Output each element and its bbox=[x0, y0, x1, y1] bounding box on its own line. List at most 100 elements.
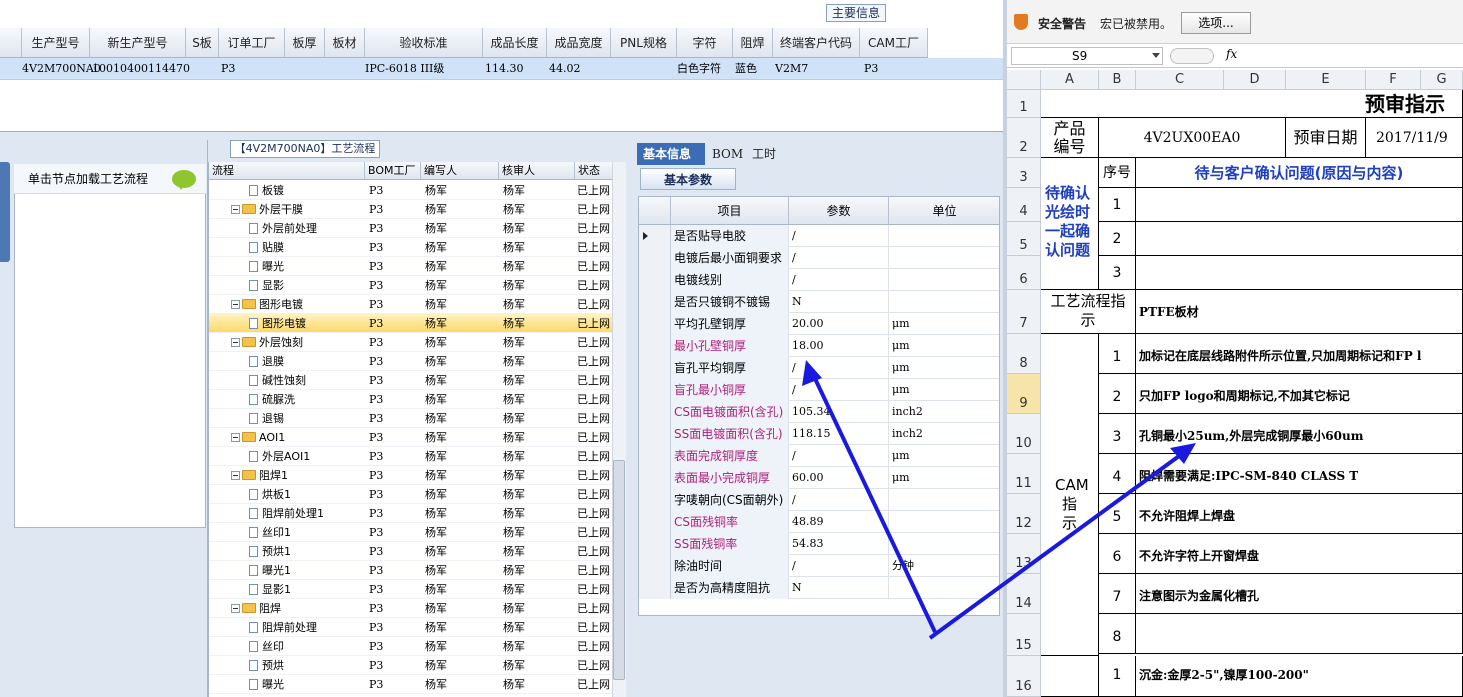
col-header-customer[interactable]: 终端客户代码 bbox=[773, 28, 860, 58]
cam-item-num[interactable]: 1 bbox=[1099, 334, 1136, 374]
collapse-icon[interactable] bbox=[231, 337, 240, 347]
params-item-value[interactable]: 105.34 bbox=[789, 401, 889, 423]
row-selector[interactable] bbox=[639, 445, 671, 467]
col-header-e[interactable]: E bbox=[1286, 70, 1366, 90]
confirm-num-1[interactable]: 1 bbox=[1099, 188, 1136, 222]
row-header[interactable]: 13 bbox=[1007, 534, 1041, 574]
cam-item-num[interactable]: 3 bbox=[1099, 414, 1136, 454]
row-header[interactable]: 4 bbox=[1007, 188, 1041, 222]
params-row[interactable]: 表面最小完成铜厚 60.00 μm bbox=[639, 467, 999, 489]
cam-item-text[interactable]: 注意图示为金属化槽孔 bbox=[1136, 574, 1463, 614]
seq-label[interactable]: 序号 bbox=[1099, 158, 1136, 188]
confirm-text-3[interactable] bbox=[1136, 256, 1463, 290]
flow-row[interactable]: AOI1 P3 杨军 杨军 已上网 bbox=[209, 428, 626, 447]
product-value[interactable]: 4V2UX00EA0 bbox=[1099, 118, 1286, 158]
col-header-g[interactable]: G bbox=[1421, 70, 1463, 90]
cam-item-num[interactable]: 2 bbox=[1099, 374, 1136, 414]
params-row[interactable]: 是否只镀铜不镀锡 N bbox=[639, 291, 999, 313]
params-item-value[interactable]: / bbox=[789, 247, 889, 269]
last-row-text[interactable]: 沉金:金厚2-5",镍厚100-200" bbox=[1136, 656, 1463, 697]
row-header[interactable]: 12 bbox=[1007, 494, 1041, 534]
chevron-down-icon[interactable] bbox=[1152, 53, 1160, 58]
params-item-value[interactable]: N bbox=[789, 291, 889, 313]
col-header-f[interactable]: F bbox=[1366, 70, 1421, 90]
subtab-basic-params[interactable]: 基本参数 bbox=[640, 168, 736, 190]
cam-item-num[interactable]: 6 bbox=[1099, 534, 1136, 574]
params-row[interactable]: 最小孔壁铜厚 18.00 μm bbox=[639, 335, 999, 357]
flow-col-reviewer[interactable]: 核审人 bbox=[499, 162, 575, 180]
params-col-unit[interactable]: 单位 bbox=[889, 197, 999, 225]
sheet-title[interactable]: 预审指示 bbox=[1041, 90, 1463, 118]
flow-row[interactable]: 丝印 P3 杨军 杨军 已上网 bbox=[209, 637, 626, 656]
horizontal-splitter[interactable] bbox=[0, 132, 1003, 140]
col-header-cam-factory[interactable]: CAM工厂 bbox=[860, 28, 928, 58]
flow-tree-grid[interactable]: 流程 BOM工厂 编写人 核审人 状态 板镀 P3 杨军 杨军 已上网 外层干膜 P3 杨军杨… bbox=[208, 162, 626, 697]
flow-row[interactable]: 曝光1 P3 杨军 杨军 已上网 bbox=[209, 561, 626, 580]
params-item-value[interactable]: 18.00 bbox=[789, 335, 889, 357]
confirm-num-2[interactable]: 2 bbox=[1099, 222, 1136, 256]
params-row[interactable]: 字唛朝向(CS面朝外) / bbox=[639, 489, 999, 511]
flow-row[interactable]: 外层AOI1 P3 杨军 杨军 已上网 bbox=[209, 447, 626, 466]
params-row[interactable]: CS面电镀面积(含孔) 105.34 inch2 bbox=[639, 401, 999, 423]
row-selector[interactable] bbox=[639, 269, 671, 291]
flow-row[interactable]: 曝光 P3 杨军 杨军 已上网 bbox=[209, 675, 626, 694]
flow-col-writer[interactable]: 编写人 bbox=[421, 162, 499, 180]
col-header-standard[interactable]: 验收标准 bbox=[365, 28, 483, 58]
flow-row[interactable]: 显影P3杨军杨军已上网 bbox=[209, 276, 626, 295]
flow-row[interactable]: 预烘 P3 杨军 杨军 已上网 bbox=[209, 656, 626, 675]
params-item-value[interactable]: 54.83 bbox=[789, 533, 889, 555]
flow-row[interactable]: 阻焊1 P3 杨军 杨军 已上网 bbox=[209, 466, 626, 485]
col-header-char[interactable]: 字符 bbox=[677, 28, 733, 58]
col-header-solder[interactable]: 阻焊 bbox=[733, 28, 773, 58]
flow-row[interactable]: 丝印1 P3 杨军 杨军 已上网 bbox=[209, 523, 626, 542]
tab-basic-info[interactable]: 基本信息 bbox=[637, 143, 705, 165]
flow-row[interactable]: 板镀 P3 杨军 杨军 已上网 bbox=[209, 181, 626, 200]
col-header-length[interactable]: 成品长度 bbox=[483, 28, 547, 58]
params-item-value[interactable]: 20.00 bbox=[789, 313, 889, 335]
process-value[interactable]: PTFE板材 bbox=[1136, 290, 1463, 334]
params-row[interactable]: 盲孔最小铜厚 / μm bbox=[639, 379, 999, 401]
col-header-width[interactable]: 成品宽度 bbox=[547, 28, 611, 58]
row-selector[interactable] bbox=[639, 357, 671, 379]
confirm-label[interactable]: 待确认光绘时一起确认问题 bbox=[1041, 158, 1099, 290]
params-row[interactable]: CS面残铜率 48.89 bbox=[639, 511, 999, 533]
vertical-splitter[interactable] bbox=[626, 140, 636, 697]
tab-work-hours[interactable]: 工时 bbox=[746, 143, 786, 165]
row-selector[interactable] bbox=[639, 225, 671, 247]
params-row[interactable]: 是否为高精度阻抗 N bbox=[639, 577, 999, 599]
question-header[interactable]: 待与客户确认问题(原因与内容) bbox=[1136, 158, 1463, 188]
params-row[interactable]: 表面完成铜厚度 / μm bbox=[639, 445, 999, 467]
last-row-num[interactable]: 1 bbox=[1099, 656, 1136, 697]
row-selector[interactable] bbox=[639, 291, 671, 313]
col-header-a[interactable]: A bbox=[1041, 70, 1099, 90]
row-selector[interactable] bbox=[639, 247, 671, 269]
flow-row[interactable]: 外层前处理 P3 杨军 杨军 已上网 bbox=[209, 219, 626, 238]
flow-row[interactable]: 外层蚀刻 P3 杨军 杨军 已上网 bbox=[209, 333, 626, 352]
flow-row[interactable]: 烘板1 P3 杨军 杨军 已上网 bbox=[209, 485, 626, 504]
node-box[interactable] bbox=[14, 164, 206, 528]
cam-item-text[interactable] bbox=[1136, 614, 1463, 654]
params-col-item[interactable]: 项目 bbox=[671, 197, 789, 225]
collapse-icon[interactable] bbox=[231, 299, 240, 309]
cam-item-num[interactable]: 5 bbox=[1099, 494, 1136, 534]
row-header[interactable]: 16 bbox=[1007, 656, 1041, 697]
cam-item-text[interactable]: 阻焊需要满足:IPC-SM-840 CLASS T bbox=[1136, 454, 1463, 494]
row-header[interactable]: 1 bbox=[1007, 90, 1041, 118]
flow-row[interactable]: 图形电镀 P3 杨军 杨军 已上网 bbox=[209, 314, 626, 333]
col-header-order-factory[interactable]: 订单工厂 bbox=[219, 28, 285, 58]
row-selector[interactable] bbox=[639, 401, 671, 423]
flow-row[interactable]: 外层干膜 P3 杨军 杨军 已上网 bbox=[209, 200, 626, 219]
flow-row[interactable]: 贴膜 P3 杨军 杨军 已上网 bbox=[209, 238, 626, 257]
flow-row[interactable]: 预烘1 P3 杨军 杨军 已上网 bbox=[209, 542, 626, 561]
confirm-num-3[interactable]: 3 bbox=[1099, 256, 1136, 290]
row-selector[interactable] bbox=[639, 467, 671, 489]
speech-bubble-icon[interactable] bbox=[172, 170, 196, 190]
row-header[interactable]: 8 bbox=[1007, 334, 1041, 374]
formula-buttons[interactable] bbox=[1170, 48, 1214, 64]
params-item-value[interactable]: / bbox=[789, 357, 889, 379]
col-header-new-model[interactable]: 新生产型号 bbox=[90, 28, 186, 58]
row-selector[interactable] bbox=[639, 313, 671, 335]
cam-label[interactable]: CAM指示 bbox=[1041, 334, 1099, 656]
collapse-icon[interactable] bbox=[231, 603, 240, 613]
row-header[interactable]: 9 bbox=[1007, 374, 1041, 414]
